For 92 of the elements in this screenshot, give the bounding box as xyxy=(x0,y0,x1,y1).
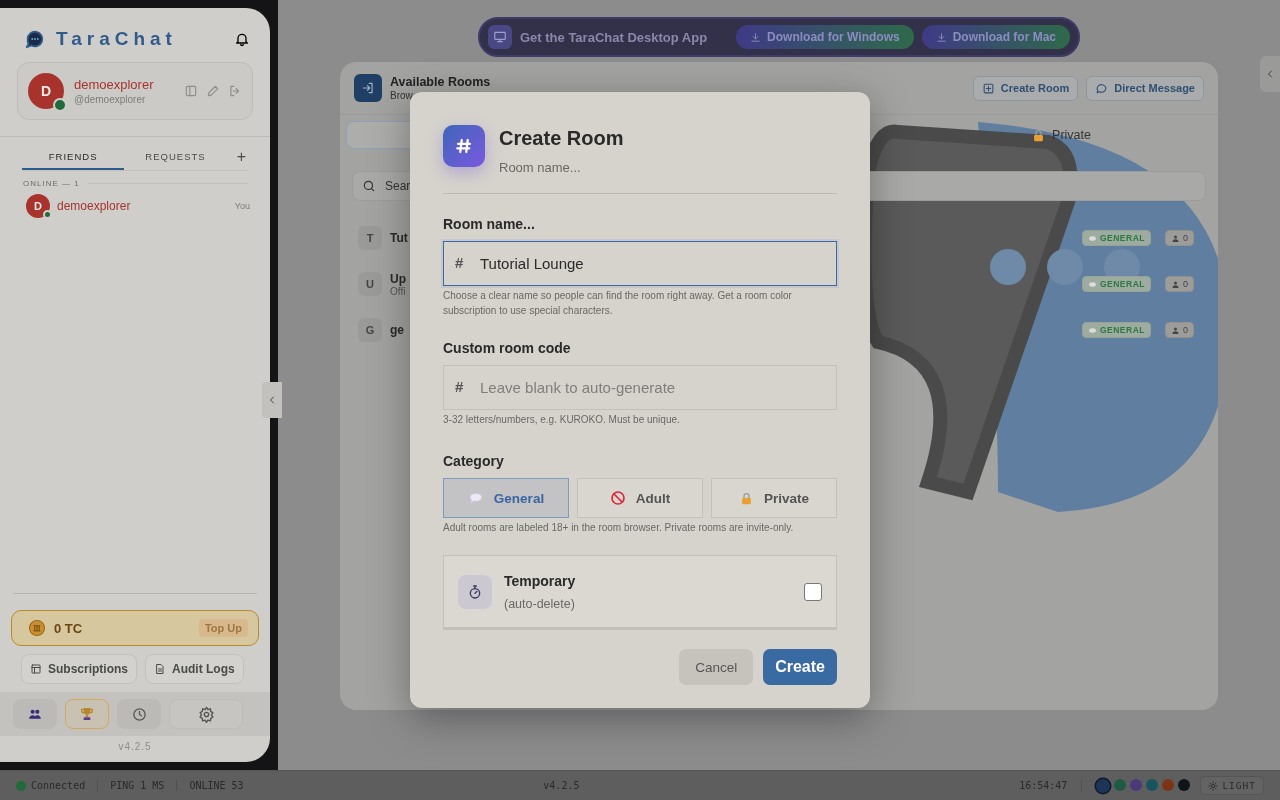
plus-square-icon xyxy=(981,81,995,95)
person-icon xyxy=(1171,325,1180,335)
people-icon xyxy=(28,707,42,721)
download-icon xyxy=(750,31,762,43)
temporary-title: Temporary xyxy=(504,572,577,589)
member-count: 0 xyxy=(1165,276,1194,292)
layout-icon xyxy=(30,663,42,675)
category-option[interactable]: Private xyxy=(711,478,837,518)
category-tag: GENERAL xyxy=(1081,230,1151,246)
stopwatch-icon xyxy=(467,583,483,600)
friend-note: You xyxy=(234,201,250,211)
audit-logs-button[interactable]: Audit Logs xyxy=(145,654,244,684)
logout-icon xyxy=(228,84,242,98)
bubble-icon xyxy=(1087,279,1097,289)
friend-name[interactable]: demoexplorer xyxy=(57,199,228,213)
banner-text: Get the TaraChat Desktop App xyxy=(520,29,709,45)
temporary-checkbox[interactable] xyxy=(804,582,822,601)
enter-icon xyxy=(361,81,375,95)
bubble-icon xyxy=(1087,325,1097,335)
temporary-subtitle: (auto-delete) xyxy=(504,596,576,611)
chat-logo-icon xyxy=(24,28,46,50)
collapse-button[interactable] xyxy=(262,382,282,418)
sun-icon xyxy=(1208,780,1219,791)
create-button[interactable]: Create xyxy=(763,649,837,685)
panel-title: Available Rooms xyxy=(390,75,492,89)
no-entry-icon xyxy=(609,490,626,506)
user-handle: @demoexplorer xyxy=(74,94,147,105)
download-icon xyxy=(935,31,947,43)
lock-icon xyxy=(739,490,754,506)
room-initial: U xyxy=(358,272,382,296)
bell-icon xyxy=(234,31,250,47)
room-name[interactable]: ge xyxy=(390,323,404,337)
friends-tab[interactable]: FRIENDS xyxy=(22,147,125,170)
category-tag: GENERAL xyxy=(1081,276,1151,292)
panel-icon xyxy=(184,84,198,98)
field-hint: 3-32 letters/numbers, e.g. KUROKO. Must be unique. xyxy=(443,413,681,427)
cancel-button[interactable]: Cancel xyxy=(679,649,754,685)
member-count: 0 xyxy=(1165,322,1194,338)
user-name: demoexplorer xyxy=(74,77,155,92)
theme-swatch[interactable] xyxy=(1130,778,1143,791)
trophy-icon xyxy=(79,706,95,722)
room-initial: T xyxy=(358,226,382,250)
room-detail: Offi xyxy=(390,285,406,297)
nav-button[interactable] xyxy=(117,699,161,729)
field-label: Category xyxy=(443,453,505,469)
room-name[interactable]: Tut xyxy=(390,231,408,245)
category-tag: GENERAL xyxy=(1081,322,1151,338)
bubble-icon xyxy=(1087,233,1097,243)
field-label: Room name... xyxy=(443,216,536,232)
hash-prefix: # xyxy=(455,378,464,395)
create-room-button[interactable]: Create Room xyxy=(972,75,1079,101)
category-hint: Adult rooms are labeled 18+ in the room browser. Private rooms are invite-only. xyxy=(443,521,795,535)
expand-button[interactable] xyxy=(1260,56,1280,92)
person-icon xyxy=(1171,233,1180,243)
theme-swatch[interactable] xyxy=(1146,778,1159,791)
friend-avatar: D xyxy=(26,194,50,218)
dialog-title: Create Room xyxy=(499,127,624,150)
dialog-subtitle: Room name... xyxy=(499,160,582,175)
room-name[interactable]: Up xyxy=(390,271,406,286)
edit-icon xyxy=(206,84,220,98)
field-label: Custom room code xyxy=(443,340,572,356)
category-option[interactable]: General xyxy=(443,478,569,518)
room-initial: G xyxy=(358,318,382,342)
brand-name: TaraChat xyxy=(56,28,178,50)
clock-icon xyxy=(131,706,147,722)
search-icon xyxy=(362,179,376,193)
chat-icon xyxy=(1095,81,1109,95)
category-option[interactable]: Adult xyxy=(577,478,703,518)
coin-icon xyxy=(28,619,46,637)
section-label: ONLINE — 1 xyxy=(23,179,80,188)
member-count: 0 xyxy=(1165,230,1194,246)
settings-icon xyxy=(197,705,215,723)
theme-swatch[interactable] xyxy=(1096,778,1111,793)
panel-subtitle: Brow xyxy=(390,90,414,101)
add-friend-button[interactable]: + xyxy=(226,148,248,170)
nav-button[interactable] xyxy=(13,699,57,729)
hash-prefix: # xyxy=(455,254,464,271)
theme-swatch[interactable] xyxy=(1178,778,1191,791)
nav-button[interactable] xyxy=(169,699,243,729)
theme-swatch[interactable] xyxy=(1162,778,1175,791)
subscriptions-button[interactable]: Subscriptions xyxy=(21,654,137,684)
room-tab[interactable]: Private xyxy=(916,121,1206,149)
coin-balance: 0 TC xyxy=(54,620,84,636)
theme-swatch[interactable] xyxy=(1114,778,1127,791)
document-icon xyxy=(154,663,166,675)
user-avatar: D xyxy=(28,73,64,109)
direct-message-button[interactable]: Direct Message xyxy=(1086,75,1204,101)
person-icon xyxy=(1171,279,1180,289)
monitor-icon xyxy=(493,30,507,44)
friends-tab[interactable]: REQUESTS xyxy=(124,147,227,170)
field-hint: Choose a clear name so people can find the room right away. Get a room color subscription to use special characters. xyxy=(443,289,793,318)
version-label: v4.2.5 xyxy=(117,740,153,754)
